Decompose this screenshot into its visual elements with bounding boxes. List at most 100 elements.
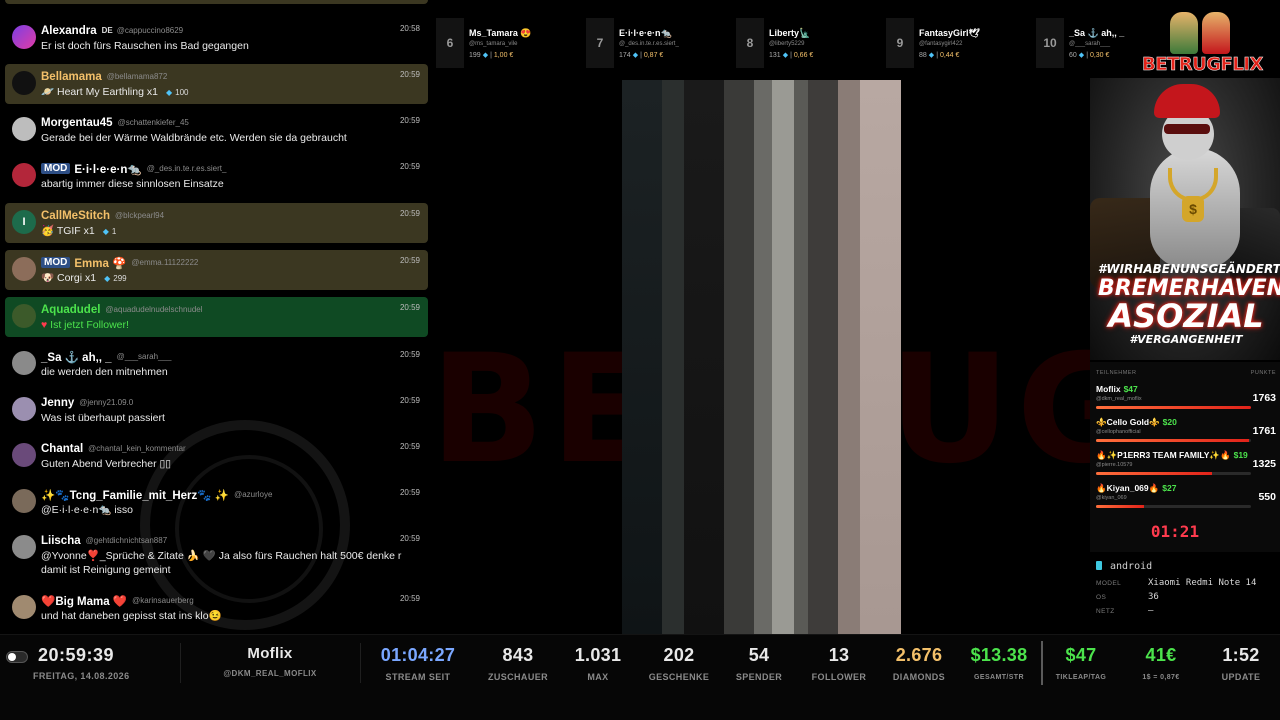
chat-username[interactable]: Morgentau45	[41, 117, 113, 129]
leaderboard-card[interactable]: 6 Ms_Tamara 😍 @ms_tamara_vile 199 ◆ | 1,00…	[436, 18, 584, 68]
device-info: android MODEL Xiaomi Redmi Note 14 OS 36 N…	[1090, 556, 1280, 632]
header-points: PUNKTE	[1250, 370, 1276, 376]
stat-label: SPENDER	[735, 672, 783, 682]
device-os: 36	[1148, 592, 1159, 602]
stat-euro: 41€ 1$ = 0,87€	[1126, 645, 1196, 681]
chat-username[interactable]: Jenny	[41, 397, 74, 409]
diamond-icon: ◆	[782, 52, 789, 59]
heart-icon: ♥	[41, 319, 48, 331]
leaderboard-card[interactable]: 10 _Sa ⚓ ah,, _ @___sarah___ 60 ◆ | 0,30 €	[1036, 18, 1126, 68]
chat-time: 20:59	[399, 70, 420, 79]
countdown-timer: 01:21	[1150, 522, 1200, 541]
red-cap-icon	[1154, 84, 1220, 118]
chat-text: Guten Abend Verbrecher ▯▯	[41, 458, 172, 470]
avatar[interactable]	[12, 257, 36, 281]
chat-username[interactable]: ✨🐾Tcng_Familie_mit_Herz🐾 ✨	[41, 488, 229, 502]
leaderboard-name: Ms_Tamara 😍	[469, 28, 532, 38]
diamond-icon: ◆	[165, 88, 173, 97]
chat-username[interactable]: E·i·l·e·e·n🐀	[74, 162, 141, 176]
avatar[interactable]	[12, 163, 36, 187]
divider	[1041, 641, 1043, 685]
diamond-icon: ◆	[928, 52, 935, 59]
leaderboard-handle: @fantasygirl422	[919, 41, 963, 47]
avatar[interactable]: I	[12, 210, 36, 234]
chat-time: 20:59	[399, 534, 420, 543]
chat-username[interactable]: _Sa ⚓ ah,, _	[41, 350, 112, 364]
chat-username[interactable]: Chantal	[41, 443, 83, 455]
leaderboard-entry[interactable]: ⚜️Cello Gold⚜️ $20 @cellophanofficial 176…	[1096, 417, 1276, 447]
gift-icon: 🐶	[41, 272, 55, 284]
chat-time: 20:59	[399, 209, 420, 218]
stat-value: 01:04:27	[380, 645, 456, 665]
entry-progress	[1096, 505, 1251, 508]
chat-message: ✨🐾Tcng_Familie_mit_Herz🐾 ✨ @azurloye 20:5…	[5, 482, 428, 524]
leaderboard-card[interactable]: 7 E·i·l·e·e·n🐀 @_des.in.te.r.es.siert_ 1…	[586, 18, 734, 68]
chat-handle: @karinsauerberg	[132, 596, 194, 605]
leaderboard-card[interactable]: 8 Liberty🗽 @liberty5229 131 ◆ | 0,66 €	[736, 18, 884, 68]
avatar[interactable]	[12, 443, 36, 467]
leaderboard-rank: 6	[436, 18, 464, 68]
stat-label: 1$ = 0,87€	[1142, 674, 1180, 681]
entry-name: 🔥Kiyan_069🔥	[1096, 483, 1160, 493]
streamer-name: Moflix	[247, 645, 293, 662]
chat-username[interactable]: ❤️Big Mama ❤️	[41, 594, 127, 608]
gift-icon: 🥳	[41, 225, 55, 237]
chat-text: @E·i·l·e·e·n🐀 isso	[41, 504, 133, 516]
device-model-label: MODEL	[1096, 580, 1122, 587]
leaderboard-entry[interactable]: 🔥✨P1ERR3 TEAM FAMILY✨🔥 $19 @pierre.10579 …	[1096, 450, 1276, 480]
banner-hashtag-top: #WIRHABENUNSGEÄNDERT	[1098, 262, 1280, 276]
chat-time: 20:59	[399, 303, 420, 312]
leaderboard-money: 0,87 €	[643, 52, 664, 59]
phone-icon	[1096, 561, 1102, 570]
stat-total-per-stream: $13.38 GESAMT/STR	[958, 645, 1040, 681]
chat-username[interactable]: Liischa	[41, 535, 81, 547]
stat-viewers: 843 ZUSCHAUER	[478, 645, 558, 682]
avatar[interactable]	[12, 351, 36, 375]
theme-toggle[interactable]	[6, 651, 28, 663]
chat-handle: @cappuccino8629	[116, 26, 184, 35]
diamond-icon: ◆	[632, 52, 639, 59]
chat-username[interactable]: Alexandra	[41, 25, 97, 37]
avatar[interactable]	[12, 304, 36, 328]
stat-value: $47	[1065, 645, 1097, 665]
stat-label: TIKLEAP/TAG	[1055, 674, 1107, 681]
flag-de: DE	[101, 26, 113, 35]
stat-update: 1:52 UPDATE	[1206, 645, 1276, 682]
header-participants: TEILNEHMER	[1096, 370, 1137, 376]
chat-time: 20:59	[399, 594, 420, 603]
entry-points: 1761	[1252, 425, 1276, 437]
avatar[interactable]	[12, 397, 36, 421]
leaderboard-card[interactable]: 9 FantasyGirl🕊 @fantasygirl422 88 ◆ | 0,44…	[886, 18, 1034, 68]
leaderboard-rank: 10	[1036, 18, 1064, 68]
chat-handle: @blckpearl94	[115, 211, 165, 220]
chat-message: _Sa ⚓ ah,, _ @___sarah___ 20:59 die werde…	[5, 344, 428, 386]
chat-time: 20:59	[399, 256, 420, 265]
chat-username[interactable]: Aquadudel	[41, 304, 100, 316]
stat-value: 13	[828, 645, 850, 665]
stat-value: 1:52	[1222, 645, 1260, 665]
avatar[interactable]	[12, 25, 36, 49]
chat-handle: @bellamama872	[106, 72, 168, 81]
avatar[interactable]	[12, 117, 36, 141]
chat-feed[interactable]: Alexandra DE @cappuccino8629 20:58 Er ist …	[0, 0, 432, 634]
chat-handle: @emma.11122222	[131, 258, 199, 267]
avatar[interactable]	[12, 595, 36, 619]
stat-label: ZUSCHAUER	[487, 672, 549, 682]
artwork-banner: #WIRHABENUNSGEÄNDERT BREMERHAVEN ASOZIAL…	[1098, 262, 1280, 346]
leaderboard-entry[interactable]: 🔥Kiyan_069🔥 $27 @kiyan_069 550	[1096, 483, 1276, 513]
streamer-handle: @DKM_REAL_MOFLIX	[223, 669, 317, 678]
avatar[interactable]	[12, 535, 36, 559]
leaderboard-entry[interactable]: Moflix $47 @dkm_real_moflix 1763	[1096, 384, 1276, 414]
chat-gift-message: Bellamama @bellamama872 20:59 🪐 Heart My …	[5, 64, 428, 104]
chat-message-partial	[5, 0, 428, 4]
chat-username[interactable]: Bellamama	[41, 71, 102, 83]
entry-amount: $27	[1162, 483, 1177, 493]
chat-username[interactable]: CallMeStitch	[41, 210, 110, 222]
chat-message: Chantal @chantal_kein_kommentar 20:59 Gut…	[5, 436, 428, 478]
avatar[interactable]	[12, 489, 36, 513]
avatar[interactable]	[12, 71, 36, 95]
chat-username[interactable]: Emma 🍄	[74, 256, 126, 270]
streamer-info[interactable]: Moflix @DKM_REAL_MOFLIX	[190, 645, 350, 678]
entry-handle: @dkm_real_moflix	[1096, 396, 1142, 402]
stat-value: 54	[748, 645, 770, 665]
